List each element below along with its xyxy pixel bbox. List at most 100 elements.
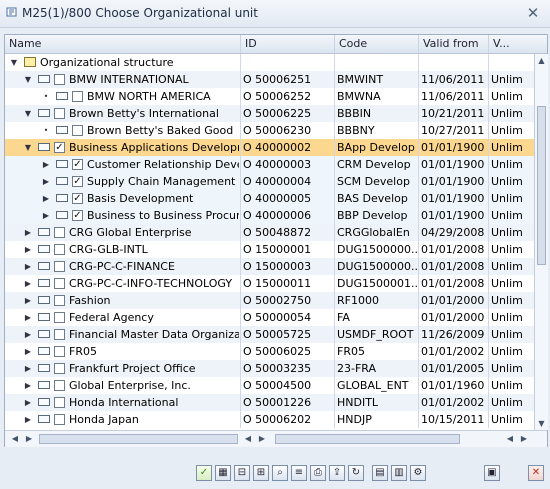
table-row[interactable]: • Brown Betty's Baked Good O 50006230 BBBNY… — [5, 122, 534, 139]
vertical-scrollbar[interactable]: ▲ ▼ — [534, 54, 548, 430]
table-row[interactable]: ▶ Honda International O 50001226 HNDITL 01/0… — [5, 394, 534, 411]
details-icon[interactable]: ▥ — [391, 465, 407, 481]
table-row[interactable]: ▶ Honda Japan O 50006202 HNDJP 10/15/2011 Unl… — [5, 411, 534, 428]
collapse-toggle-icon[interactable]: ▶ — [23, 241, 33, 258]
refresh-icon[interactable]: ↻ — [348, 465, 364, 481]
selection-checkbox[interactable] — [72, 91, 83, 102]
table-row[interactable]: ▶ ✓ Supply Chain Management O 40000004 SCM D… — [5, 173, 534, 190]
selection-checkbox[interactable] — [54, 244, 65, 255]
collapse-toggle-icon[interactable]: • — [41, 122, 51, 139]
selection-checkbox[interactable] — [54, 74, 65, 85]
org-unit-icon — [56, 160, 68, 168]
column-header-valid-from[interactable]: Valid from — [419, 35, 489, 53]
selection-checkbox[interactable]: ✓ — [72, 210, 83, 221]
selection-checkbox[interactable] — [54, 346, 65, 357]
table-row[interactable]: ▶ Fashion O 50002750 RF1000 01/01/2000 Unlim — [5, 292, 534, 309]
table-row[interactable]: ▶ Federal Agency O 50000054 FA 01/01/2000 Unl… — [5, 309, 534, 326]
collapse-toggle-icon[interactable]: ▶ — [23, 411, 33, 428]
collapse-toggle-icon[interactable]: ▶ — [23, 343, 33, 360]
table-row[interactable]: ▼ BMW INTERNATIONAL O 50006251 BMWINT 11/06/… — [5, 71, 534, 88]
middle-right-scroll-icon[interactable]: ▶ — [257, 434, 267, 444]
table-row[interactable]: ▶ ✓ Customer Relationship Deve O 40000003 CR… — [5, 156, 534, 173]
expand-toggle-icon[interactable]: ▼ — [23, 105, 33, 122]
selection-checkbox[interactable] — [54, 397, 65, 408]
right-horizontal-thumb[interactable] — [275, 434, 460, 444]
table-row[interactable]: ▶ CRG-PC-C-INFO-TECHNOLOGY O 15000011 DUG15… — [5, 275, 534, 292]
export-icon[interactable]: ⇪ — [329, 465, 345, 481]
left-horizontal-thumb[interactable] — [39, 434, 238, 444]
right-side-right-scroll-icon[interactable]: ▶ — [519, 434, 529, 444]
tree-icon[interactable]: ▦ — [215, 465, 231, 481]
expand-icon[interactable]: ⊞ — [253, 465, 269, 481]
vertical-scroll-thumb[interactable] — [537, 106, 546, 265]
column-header-name[interactable]: Name — [5, 35, 241, 53]
collapse-toggle-icon[interactable]: ▶ — [23, 394, 33, 411]
collapse-toggle-icon[interactable]: ▶ — [23, 326, 33, 343]
id-cell: O 50003235 — [241, 360, 335, 377]
table-row[interactable]: ▶ Global Enterprise, Inc. O 50004500 GLOBAL… — [5, 377, 534, 394]
selection-checkbox[interactable]: ✓ — [72, 159, 83, 170]
table-row[interactable]: ▶ CRG-PC-C-FINANCE O 15000003 DUG1500000...… — [5, 258, 534, 275]
layout-icon[interactable]: ▤ — [372, 465, 388, 481]
expand-toggle-icon[interactable]: ▼ — [9, 54, 19, 71]
collapse-toggle-icon[interactable]: ▶ — [23, 224, 33, 241]
table-row[interactable]: ▶ Frankfurt Project Office O 50003235 23-FR… — [5, 360, 534, 377]
expand-toggle-icon[interactable]: ▼ — [23, 139, 33, 156]
column-header-code[interactable]: Code — [335, 35, 419, 53]
column-header-id[interactable]: ID — [241, 35, 335, 53]
collapse-toggle-icon[interactable]: • — [41, 88, 51, 105]
print-icon[interactable]: ⎙ — [310, 465, 326, 481]
scroll-down-icon[interactable]: ▼ — [536, 418, 547, 429]
collapse-toggle-icon[interactable]: ▶ — [23, 275, 33, 292]
collapse-toggle-icon[interactable]: ▶ — [41, 207, 51, 224]
collapse-toggle-icon[interactable]: ▶ — [23, 360, 33, 377]
close-icon[interactable]: ✕ — [524, 4, 542, 22]
collapse-toggle-icon[interactable]: ▶ — [41, 190, 51, 207]
collapse-toggle-icon[interactable]: ▶ — [23, 309, 33, 326]
selection-checkbox[interactable] — [54, 414, 65, 425]
right-scroll-icon[interactable]: ▶ — [24, 434, 34, 444]
table-row[interactable]: ▶ FR05 O 50006025 FR05 01/01/2002 Unlim — [5, 343, 534, 360]
selection-checkbox[interactable]: ✓ — [72, 176, 83, 187]
code-cell: BMWINT — [335, 71, 419, 88]
table-row[interactable]: ▶ CRG Global Enterprise O 50048872 CRGGloba… — [5, 224, 534, 241]
selection-checkbox[interactable] — [54, 261, 65, 272]
left-scroll-icon[interactable]: ◀ — [10, 434, 20, 444]
table-row[interactable]: ▼ ✓ Business Applications Developm O 400000… — [5, 139, 534, 156]
selection-checkbox[interactable] — [72, 125, 83, 136]
table-row[interactable]: • BMW NORTH AMERICA O 50006252 BMWNA 11/06/2… — [5, 88, 534, 105]
collapse-toggle-icon[interactable]: ▶ — [41, 173, 51, 190]
selection-checkbox[interactable]: ✓ — [54, 142, 65, 153]
selection-checkbox[interactable] — [54, 363, 65, 374]
selection-checkbox[interactable] — [54, 227, 65, 238]
table-row[interactable]: ▼ Organizational structure — [5, 54, 534, 71]
middle-left-scroll-icon[interactable]: ◀ — [243, 434, 253, 444]
collapse-toggle-icon[interactable]: ▶ — [41, 156, 51, 173]
table-row[interactable]: ▶ ✓ Business to Business Procur O 40000006 B… — [5, 207, 534, 224]
filter-icon[interactable]: ≡ — [291, 465, 307, 481]
table-row[interactable]: ▶ ✓ Basis Development O 40000005 BAS Develop… — [5, 190, 534, 207]
selection-checkbox[interactable] — [54, 108, 65, 119]
table-row[interactable]: ▶ Financial Master Data Organizat O 500057… — [5, 326, 534, 343]
right-side-left-scroll-icon[interactable]: ◀ — [505, 434, 515, 444]
collapse-toggle-icon[interactable]: ▶ — [23, 292, 33, 309]
selection-checkbox[interactable]: ✓ — [72, 193, 83, 204]
collapse-icon[interactable]: ⊟ — [234, 465, 250, 481]
column-header-valid[interactable]: V... — [489, 35, 547, 53]
collapse-toggle-icon[interactable]: ▶ — [23, 258, 33, 275]
find-icon[interactable]: ⌕ — [272, 465, 288, 481]
selection-checkbox[interactable] — [54, 380, 65, 391]
cancel-icon[interactable]: ✕ — [528, 465, 544, 481]
settings-icon[interactable]: ⚙ — [410, 465, 426, 481]
check-icon[interactable]: ✓ — [196, 465, 212, 481]
expand-toggle-icon[interactable]: ▼ — [23, 71, 33, 88]
selection-checkbox[interactable] — [54, 278, 65, 289]
grid-icon[interactable]: ▣ — [484, 465, 500, 481]
table-row[interactable]: ▼ Brown Betty's International O 50006225 BB… — [5, 105, 534, 122]
scroll-up-icon[interactable]: ▲ — [536, 55, 547, 66]
selection-checkbox[interactable] — [54, 295, 65, 306]
selection-checkbox[interactable] — [54, 329, 65, 340]
table-row[interactable]: ▶ CRG-GLB-INTL O 15000001 DUG1500000... 01/0… — [5, 241, 534, 258]
selection-checkbox[interactable] — [54, 312, 65, 323]
collapse-toggle-icon[interactable]: ▶ — [23, 377, 33, 394]
